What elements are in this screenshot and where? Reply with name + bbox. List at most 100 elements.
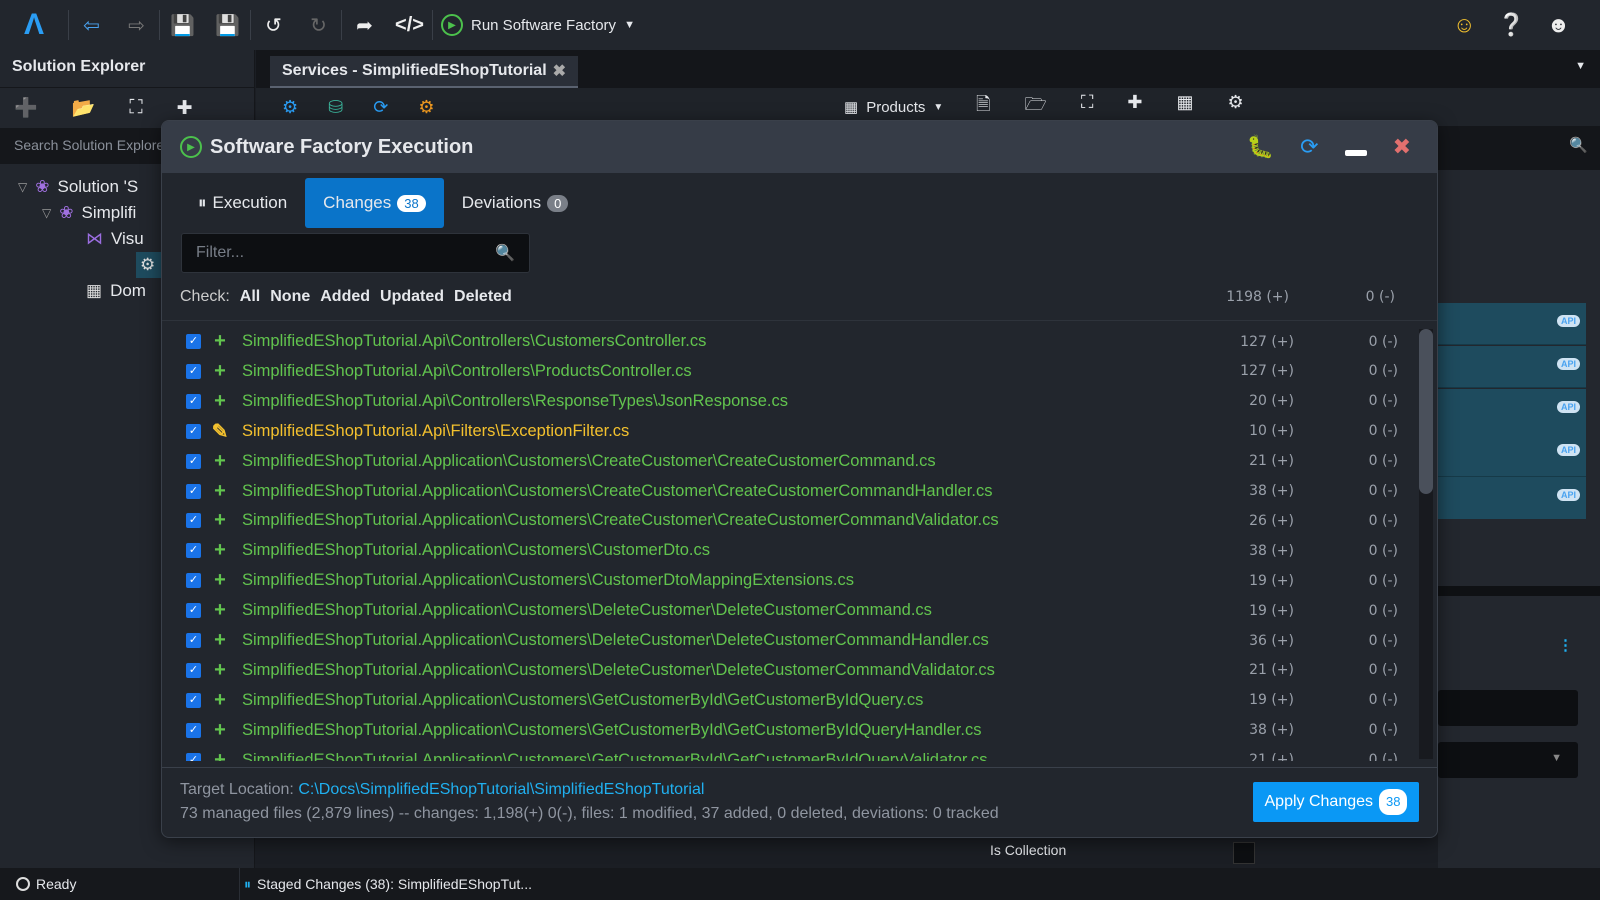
api-row[interactable]: API [1438, 303, 1586, 345]
account-icon[interactable]: ☻ [1547, 12, 1570, 38]
file-path[interactable]: SimplifiedEShopTutorial.Application\Cust… [242, 571, 854, 590]
change-row[interactable]: ✓ + SimplifiedEShopTutorial.Api\Controller… [162, 327, 1402, 356]
property-select[interactable]: ▼ [1438, 742, 1578, 778]
row-checkbox[interactable]: ✓ [186, 573, 201, 589]
row-checkbox[interactable]: ✓ [186, 483, 201, 499]
row-checkbox[interactable]: ✓ [186, 334, 201, 349]
check-none[interactable]: None [270, 288, 310, 306]
is-collection-checkbox[interactable] [1233, 842, 1255, 864]
change-row[interactable]: ✓ + SimplifiedEShopTutorial.Application\Cu… [162, 506, 1402, 535]
package-select[interactable]: ▦ Products ▼ [844, 98, 943, 117]
api-row[interactable]: API [1438, 477, 1586, 519]
redo-icon[interactable]: ↻ [296, 13, 341, 38]
change-row[interactable]: ✓ + SimplifiedEShopTutorial.Application\Cu… [162, 746, 1402, 761]
change-row[interactable]: ✓ + SimplifiedEShopTutorial.Application\Cu… [162, 447, 1402, 476]
search-icon[interactable]: 🔍 [495, 243, 515, 263]
tab-changes[interactable]: Changes 38 [305, 178, 444, 228]
service-icon[interactable]: ⚙ [282, 97, 298, 118]
row-checkbox[interactable]: ✓ [186, 393, 201, 409]
collapse-icon[interactable]: ✚ [1127, 92, 1142, 122]
expand-icon[interactable]: ⛶ [1081, 92, 1094, 122]
row-checkbox[interactable]: ✓ [186, 513, 201, 529]
expand-arrow-icon[interactable]: ▽ [42, 206, 51, 220]
tab-services[interactable]: Services - SimplifiedEShopTutorial ✖ [270, 56, 578, 88]
add-icon[interactable]: ➕ [14, 96, 38, 120]
change-row[interactable]: ✓ + SimplifiedEShopTutorial.Application\Cu… [162, 536, 1402, 565]
back-icon[interactable]: ⇦ [69, 13, 114, 38]
file-path[interactable]: SimplifiedEShopTutorial.Application\Cust… [242, 691, 923, 710]
property-input[interactable] [1438, 690, 1578, 726]
change-row[interactable]: ✓ + SimplifiedEShopTutorial.Application\Cu… [162, 686, 1402, 715]
change-row[interactable]: ✓ + SimplifiedEShopTutorial.Api\Controller… [162, 387, 1402, 416]
file-path[interactable]: SimplifiedEShopTutorial.Application\Cust… [242, 452, 936, 471]
change-row[interactable]: ✓ ✎ SimplifiedEShopTutorial.Api\Filters\Ex… [162, 417, 1402, 446]
filter-input[interactable]: Filter... 🔍 [181, 233, 530, 273]
row-checkbox[interactable]: ✓ [186, 633, 201, 648]
row-checkbox[interactable]: ✓ [186, 722, 201, 738]
row-checkbox[interactable]: ✓ [186, 692, 201, 708]
tab-deviations[interactable]: Deviations 0 [444, 178, 587, 228]
debug-bug-icon[interactable]: 🐛 [1247, 134, 1274, 160]
collapse-icon[interactable]: ✚ [177, 97, 193, 120]
scrollbar[interactable] [1419, 329, 1433, 759]
file-path[interactable]: SimplifiedEShopTutorial.Api\Filters\Exce… [242, 422, 629, 441]
close-tab-icon[interactable]: ✖ [553, 61, 566, 81]
change-row[interactable]: ✓ + SimplifiedEShopTutorial.Application\Cu… [162, 656, 1402, 685]
row-checkbox[interactable]: ✓ [186, 752, 201, 761]
scrollbar-thumb[interactable] [1419, 329, 1433, 494]
row-checkbox[interactable]: ✓ [186, 453, 201, 469]
database-icon[interactable]: ⛁ [328, 97, 343, 118]
api-row[interactable]: API [1438, 346, 1586, 388]
file-path[interactable]: SimplifiedEShopTutorial.Api\Controllers\… [242, 362, 692, 381]
file-path[interactable]: SimplifiedEShopTutorial.Application\Cust… [242, 721, 981, 740]
row-checkbox[interactable]: ✓ [186, 363, 201, 379]
file-path[interactable]: SimplifiedEShopTutorial.Application\Cust… [242, 751, 988, 761]
row-checkbox[interactable]: ✓ [186, 603, 201, 619]
change-row[interactable]: ✓ + SimplifiedEShopTutorial.Application\Cu… [162, 716, 1402, 745]
change-row[interactable]: ✓ + SimplifiedEShopTutorial.Application\Cu… [162, 566, 1402, 595]
file-path[interactable]: SimplifiedEShopTutorial.Application\Cust… [242, 541, 710, 560]
file-path[interactable]: SimplifiedEShopTutorial.Application\Cust… [242, 631, 989, 650]
run-software-factory-button[interactable]: ▶ Run Software Factory ▼ [441, 14, 635, 36]
new-file-icon[interactable]: 🗎 [976, 92, 990, 122]
target-path-link[interactable]: C:\Docs\SimplifiedEShopTutorial\Simplifi… [298, 781, 704, 798]
expand-arrow-icon[interactable]: ▽ [18, 180, 27, 194]
change-row[interactable]: ✓ + SimplifiedEShopTutorial.Application\Cu… [162, 596, 1402, 625]
file-path[interactable]: SimplifiedEShopTutorial.Api\Controllers\… [242, 392, 788, 411]
help-icon[interactable]: ❔ [1497, 12, 1524, 38]
file-path[interactable]: SimplifiedEShopTutorial.Application\Cust… [242, 511, 999, 530]
row-checkbox[interactable]: ✓ [186, 662, 201, 678]
diagram-icon[interactable]: ▦ [1177, 92, 1194, 122]
more-options-icon[interactable]: ⋮ [1558, 636, 1573, 654]
file-path[interactable]: SimplifiedEShopTutorial.Api\Controllers\… [242, 332, 706, 351]
check-all[interactable]: All [240, 288, 260, 306]
settings-orange-icon[interactable]: ⚙ [418, 97, 434, 118]
export-icon[interactable]: ➦ [342, 13, 387, 38]
change-row[interactable]: ✓ + SimplifiedEShopTutorial.Application\Cu… [162, 626, 1402, 655]
tab-overflow-icon[interactable]: ▼ [1575, 60, 1586, 72]
change-row[interactable]: ✓ + SimplifiedEShopTutorial.Api\Controller… [162, 357, 1402, 386]
sync-icon[interactable]: ⟳ [373, 97, 388, 118]
row-checkbox[interactable]: ✓ [186, 423, 201, 439]
search-icon[interactable]: 🔍 [1569, 136, 1588, 154]
staged-changes-status[interactable]: ⏸ Staged Changes (38): SimplifiedEShopTu… [240, 876, 532, 893]
file-path[interactable]: SimplifiedEShopTutorial.Application\Cust… [242, 482, 992, 501]
minimize-icon[interactable] [1344, 150, 1367, 156]
chevron-down-icon[interactable]: ▼ [624, 19, 635, 31]
open-icon[interactable]: 🗁 [1024, 92, 1046, 122]
feedback-smiley-icon[interactable]: ☺ [1453, 12, 1475, 38]
open-folder-icon[interactable]: 📂 [72, 96, 96, 120]
change-row[interactable]: ✓ + SimplifiedEShopTutorial.Application\Cu… [162, 477, 1402, 506]
api-row[interactable]: API API [1438, 389, 1586, 477]
undo-icon[interactable]: ↺ [251, 13, 296, 38]
close-icon[interactable]: ✖ [1393, 134, 1411, 160]
apply-changes-button[interactable]: Apply Changes 38 [1253, 782, 1419, 822]
file-path[interactable]: SimplifiedEShopTutorial.Application\Cust… [242, 601, 932, 620]
code-icon[interactable]: </> [387, 14, 432, 37]
expand-icon[interactable]: ⛶ [129, 97, 142, 119]
save-all-icon[interactable]: 💾 [205, 13, 250, 38]
row-checkbox[interactable]: ✓ [186, 543, 201, 559]
tab-execution[interactable]: ⏸ Execution [180, 178, 305, 228]
check-updated[interactable]: Updated [380, 288, 444, 306]
forward-icon[interactable]: ⇨ [114, 13, 159, 38]
